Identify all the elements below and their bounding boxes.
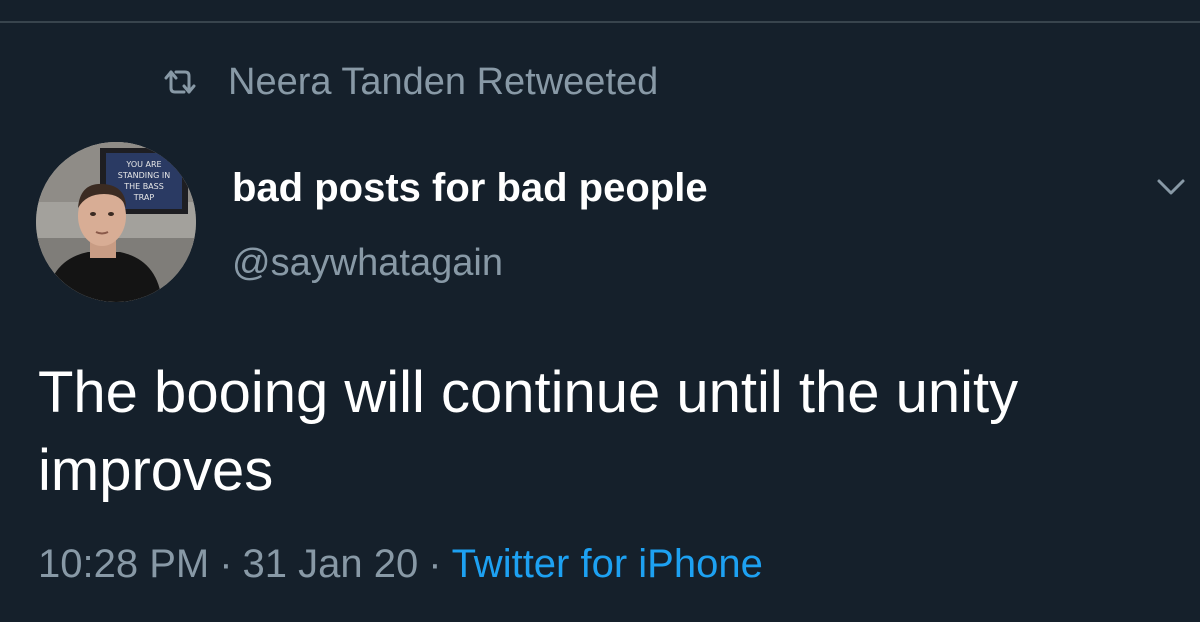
avatar-sign-line-1: YOU ARE	[125, 160, 161, 169]
author-display-name[interactable]: bad posts for bad people	[232, 166, 708, 211]
avatar[interactable]: YOU ARE STANDING IN THE BASS TRAP	[36, 142, 196, 302]
avatar-sign-line-4: TRAP	[133, 193, 155, 202]
retweet-icon	[162, 68, 198, 96]
avatar-sign-line-2: STANDING IN	[118, 171, 170, 180]
retweet-label: Neera Tanden Retweeted	[228, 60, 659, 103]
chevron-down-icon[interactable]	[1154, 174, 1188, 200]
top-divider	[0, 21, 1200, 23]
author-handle[interactable]: @saywhatagain	[232, 242, 503, 285]
meta-separator: ·	[219, 542, 233, 586]
avatar-sign-line-3: THE BASS	[123, 182, 164, 191]
tweet-date[interactable]: 31 Jan 20	[243, 542, 419, 586]
tweet-source-link[interactable]: Twitter for iPhone	[452, 542, 763, 586]
meta-separator: ·	[428, 542, 442, 586]
tweet-text: The booing will continue until the unity…	[38, 360, 1019, 503]
retweet-context[interactable]: Neera Tanden Retweeted	[162, 60, 658, 104]
tweet-time[interactable]: 10:28 PM	[38, 542, 209, 586]
tweet-meta: 10:28 PM · 31 Jan 20 · Twitter for iPhone	[38, 542, 763, 587]
